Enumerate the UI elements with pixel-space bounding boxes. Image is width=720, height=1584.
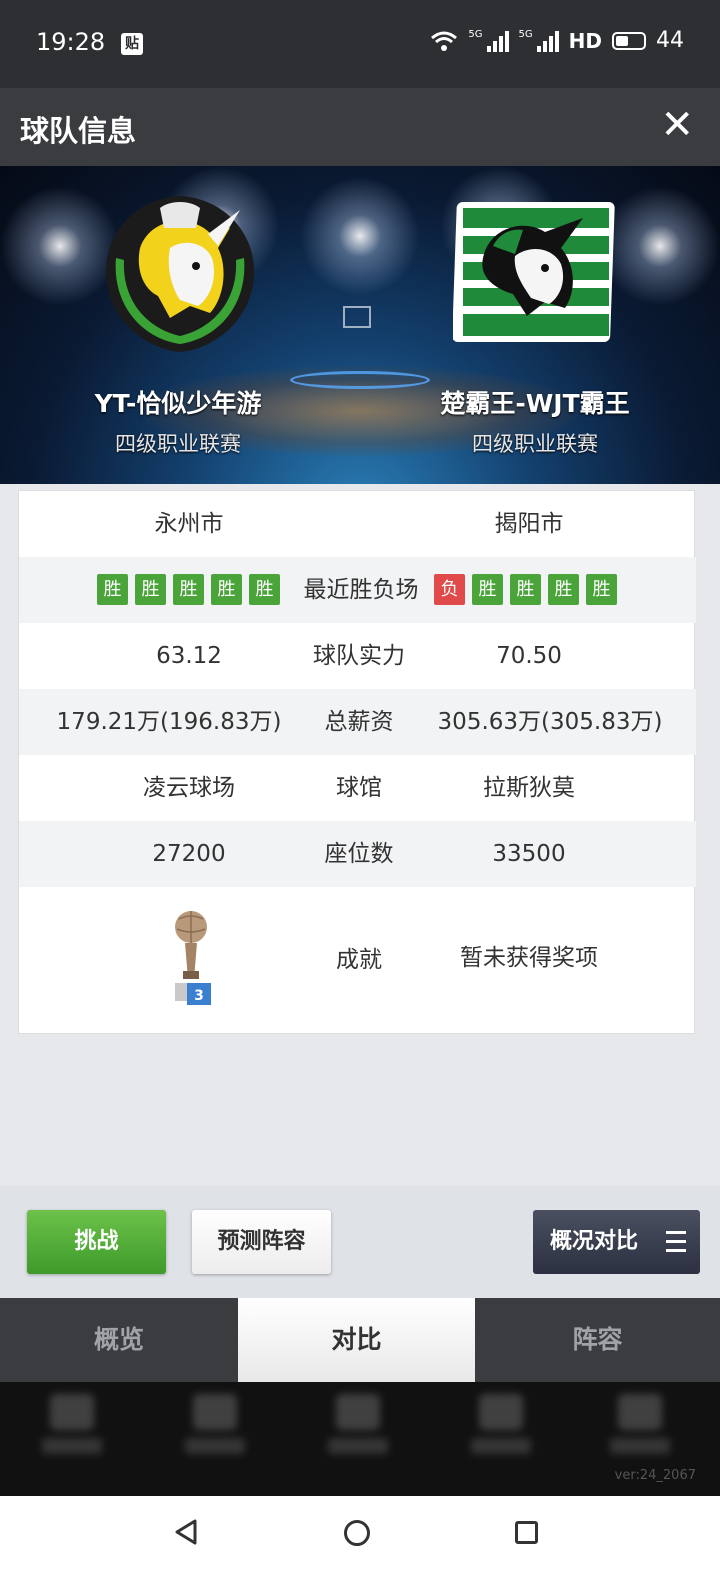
battery-level: 44 (656, 28, 684, 53)
team-league-left: 四级职业联赛 (115, 432, 241, 456)
bottom-nav-item[interactable] (22, 1382, 122, 1492)
seats-left: 27200 (152, 841, 226, 867)
predict-lineup-button[interactable]: 预测阵容 (192, 1210, 331, 1274)
title-bar: 球队信息 ✕ (0, 88, 720, 166)
team-name-right[interactable]: 楚霸王-WJT霸王 (375, 384, 695, 420)
salary-right: 305.63万(305.83万) (437, 709, 663, 735)
arena-left: 凌云球场 (143, 775, 235, 801)
recent-form-right: 负 胜 胜 胜 胜 (434, 574, 617, 606)
team-logo-left[interactable] (100, 188, 260, 358)
result-badge: 胜 (472, 574, 503, 605)
hoop-icon (343, 306, 371, 328)
team-banner: YT-恰似少年游 四级职业联赛 楚霸王-WJT霸王 四级职业联赛 (0, 166, 720, 484)
tab-bar: 概览 对比 阵容 (0, 1298, 720, 1382)
back-icon[interactable] (173, 1518, 199, 1546)
signal-icon-2: 5G (518, 28, 559, 52)
bottom-nav-item[interactable] (165, 1382, 265, 1492)
status-time: 19:28 (36, 28, 106, 56)
stadium-light (300, 176, 420, 296)
action-bar: 挑战 预测阵容 概况对比 (0, 1186, 720, 1298)
salary-label: 总薪资 (324, 709, 394, 735)
team-logo-right[interactable] (453, 198, 619, 346)
overview-compare-button[interactable]: 概况对比 (533, 1210, 700, 1274)
strength-right: 70.50 (496, 643, 562, 669)
bottom-nav-item[interactable] (308, 1382, 408, 1492)
home-icon[interactable] (344, 1520, 370, 1546)
bottom-nav-item[interactable] (451, 1382, 551, 1492)
result-badge: 胜 (211, 574, 242, 605)
strength-label: 球队实力 (313, 643, 405, 669)
overview-compare-label: 概况对比 (550, 1229, 639, 1254)
version-label: ver:24_2067 (614, 1468, 696, 1483)
row-recent-form: 胜 胜 胜 胜 胜 最近胜负场 负 胜 胜 胜 胜 (19, 557, 696, 623)
tab-overview[interactable]: 概览 (0, 1298, 238, 1382)
notification-icon: 贴 (121, 33, 143, 55)
recent-apps-icon[interactable] (515, 1521, 538, 1544)
arena-right: 拉斯狄莫 (483, 775, 575, 801)
row-seats: 27200 座位数 33500 (19, 821, 696, 887)
page-title: 球队信息 (20, 114, 137, 148)
arena-label: 球馆 (336, 775, 382, 801)
status-icons: 5G 5G HD 44 (430, 28, 684, 53)
row-strength: 63.12 球队实力 70.50 (19, 623, 696, 689)
result-badge: 胜 (548, 574, 579, 605)
signal-label-2: 5G (518, 28, 533, 40)
result-badge: 胜 (97, 574, 128, 605)
result-badge: 负 (434, 574, 465, 605)
city-right: 揭阳市 (494, 511, 564, 537)
row-achievement: 3 成就 暂未获得奖项 (19, 887, 696, 1033)
row-city: 永州市 揭阳市 (19, 491, 696, 557)
bottom-nav: ver:24_2067 (0, 1382, 720, 1496)
row-salary: 179.21万(196.83万) 总薪资 305.63万(305.83万) (19, 689, 696, 755)
comparison-card: 永州市 揭阳市 胜 胜 胜 胜 胜 最近胜负场 负 胜 胜 胜 胜 63.12 … (18, 490, 696, 1034)
result-badge: 胜 (173, 574, 204, 605)
wifi-icon (431, 31, 458, 51)
team-name-left[interactable]: YT-恰似少年游 (18, 384, 338, 420)
battery-icon (612, 31, 646, 50)
challenge-button[interactable]: 挑战 (27, 1210, 166, 1274)
close-icon[interactable]: ✕ (660, 102, 694, 148)
team-league-right: 四级职业联赛 (472, 432, 598, 456)
result-badge: 胜 (510, 574, 541, 605)
trophy-count: 3 (194, 988, 204, 1004)
result-badge: 胜 (135, 574, 166, 605)
row-arena: 凌云球场 球馆 拉斯狄莫 (19, 755, 696, 821)
seats-label: 座位数 (324, 841, 394, 867)
recent-form-left: 胜 胜 胜 胜 胜 (97, 574, 280, 606)
recent-form-label: 最近胜负场 (303, 577, 419, 603)
tab-lineup[interactable]: 阵容 (475, 1298, 720, 1382)
system-nav-bar (0, 1496, 720, 1584)
seats-right: 33500 (492, 841, 566, 867)
menu-icon (666, 1231, 686, 1253)
tab-compare[interactable]: 对比 (238, 1298, 475, 1382)
city-left: 永州市 (154, 511, 224, 537)
result-badge: 胜 (586, 574, 617, 605)
salary-left: 179.21万(196.83万) (56, 709, 282, 735)
status-bar: 19:28 贴 5G 5G HD 44 (0, 0, 720, 88)
achievement-right: 暂未获得奖项 (460, 945, 598, 971)
hd-icon: HD (568, 28, 602, 53)
signal-label-1: 5G (468, 28, 483, 40)
achievement-label: 成就 (336, 947, 382, 973)
trophy-icon[interactable]: 3 (169, 909, 215, 1005)
result-badge: 胜 (249, 574, 280, 605)
strength-left: 63.12 (156, 643, 222, 669)
signal-icon-1: 5G (468, 28, 509, 52)
